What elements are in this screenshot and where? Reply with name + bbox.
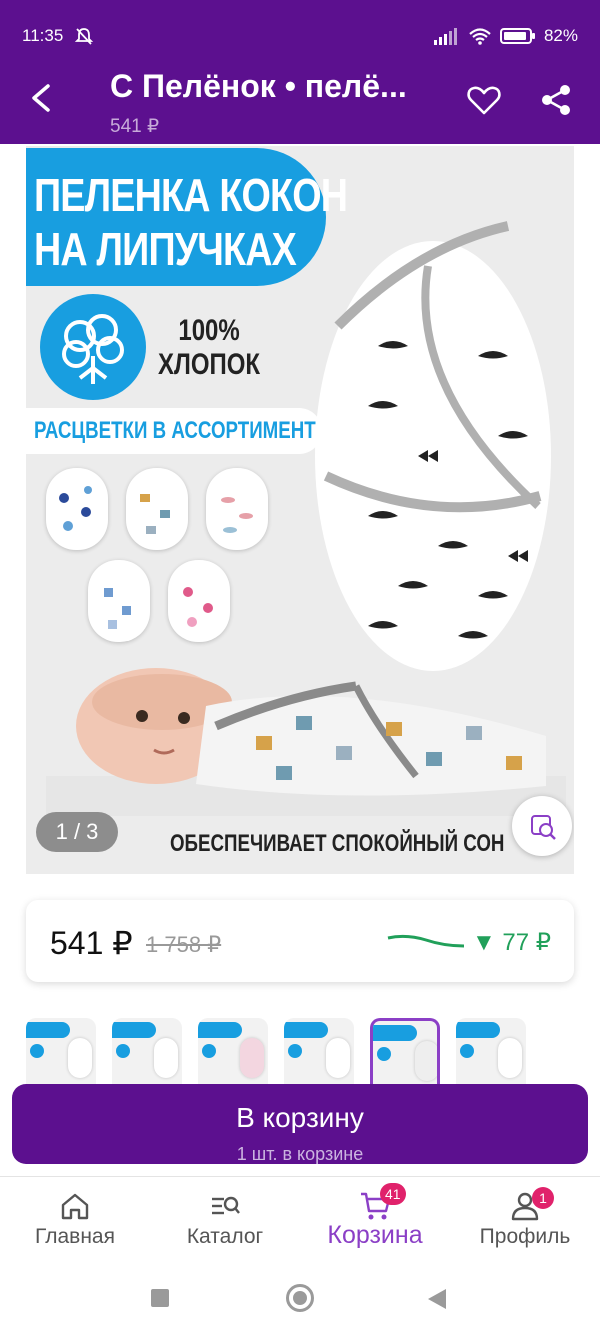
tab-catalog[interactable]: Каталог bbox=[150, 1177, 300, 1263]
assortment-label: РАСЦВЕТКИ В АССОРТИМЕНТЕ bbox=[26, 408, 322, 454]
image-search-icon bbox=[531, 815, 556, 840]
swatch-pattern bbox=[221, 497, 253, 533]
cart-quantity-label: 1 шт. в корзине bbox=[236, 1144, 364, 1164]
home-icon bbox=[61, 1193, 89, 1220]
add-to-cart-label: В корзину bbox=[236, 1102, 364, 1133]
slogan-text: ОБЕСПЕЧИВАЕТ СПОКОЙНЫЙ СОН bbox=[170, 830, 505, 857]
promo-banner: ПЕЛЕНКА КОКОН НА ЛИПУЧКАХ bbox=[26, 148, 348, 286]
thumbnail[interactable] bbox=[112, 1018, 182, 1084]
price-trend-sparkline bbox=[387, 934, 465, 948]
tab-cart-label: Корзина bbox=[327, 1221, 423, 1249]
swatch-pattern bbox=[59, 486, 92, 531]
price-drop: ▼ 77 ₽ bbox=[472, 929, 552, 956]
tab-cart[interactable]: 41 Корзина bbox=[300, 1177, 450, 1263]
mute-bell-icon bbox=[74, 28, 94, 45]
signal-icon bbox=[433, 28, 457, 45]
swatch-hearts bbox=[46, 468, 108, 550]
wifi-icon bbox=[469, 28, 491, 45]
page-title: С Пелёнок • пелё... bbox=[110, 68, 407, 104]
home-button[interactable] bbox=[286, 1284, 314, 1312]
heart-icon[interactable] bbox=[466, 82, 502, 118]
profile-badge: 1 bbox=[532, 1187, 554, 1209]
swatch-rose bbox=[168, 560, 230, 642]
share-icon[interactable] bbox=[538, 82, 574, 118]
swatch-blue bbox=[88, 560, 150, 642]
thumbnail-strip bbox=[26, 1018, 600, 1084]
add-to-cart-button[interactable]: В корзину 1 шт. в корзине bbox=[12, 1084, 588, 1164]
cotton-percent: 100% bbox=[178, 314, 240, 347]
swaddle-product-image bbox=[315, 221, 551, 671]
swatch-pattern bbox=[183, 587, 213, 627]
cart-badge: 41 bbox=[380, 1183, 406, 1205]
battery-icon bbox=[499, 28, 535, 44]
status-right: 82% bbox=[433, 26, 578, 46]
swatch-animals bbox=[126, 468, 188, 550]
swatch-pink bbox=[206, 468, 268, 550]
bottom-tab-bar: Главная Каталог 41 Корзина 1 Профиль bbox=[0, 1176, 600, 1262]
cotton-icon bbox=[62, 314, 124, 384]
thumbnail-active[interactable] bbox=[370, 1018, 440, 1084]
status-bar: 11:35 82% bbox=[0, 0, 600, 60]
battery-percent: 82% bbox=[543, 26, 578, 45]
price-card[interactable]: 541 ₽ 1 758 ₽ ▼ 77 ₽ bbox=[26, 900, 574, 982]
cotton-label: 100% ХЛОПОК bbox=[158, 314, 260, 382]
cotton-word: ХЛОПОК bbox=[158, 348, 261, 381]
thumbnail[interactable] bbox=[456, 1018, 526, 1084]
image-pager: 1 / 3 bbox=[36, 812, 118, 852]
tab-home[interactable]: Главная bbox=[0, 1177, 150, 1263]
tab-catalog-label: Каталог bbox=[186, 1225, 264, 1248]
swatch-pattern bbox=[104, 588, 131, 629]
tab-profile-label: Профиль bbox=[479, 1225, 571, 1248]
banner-line-2: НА ЛИПУЧКАХ bbox=[34, 223, 297, 275]
back-arrow-icon[interactable] bbox=[22, 78, 62, 118]
banner-line-1: ПЕЛЕНКА КОКОН bbox=[34, 169, 348, 221]
current-price: 541 ₽ bbox=[50, 925, 133, 961]
old-price: 1 758 ₽ bbox=[146, 932, 222, 957]
thumbnail[interactable] bbox=[198, 1018, 268, 1084]
catalog-search-icon bbox=[212, 1196, 240, 1215]
visual-search-button[interactable] bbox=[512, 796, 572, 856]
app-bar: С Пелёнок • пелё... 541 ₽ bbox=[0, 60, 600, 144]
swatch-pattern bbox=[140, 494, 170, 534]
tab-home-label: Главная bbox=[35, 1225, 115, 1248]
recents-button[interactable] bbox=[151, 1289, 169, 1307]
header-price: 541 ₽ bbox=[110, 116, 160, 137]
system-nav-bar bbox=[0, 1262, 600, 1332]
status-time: 11:35 bbox=[22, 26, 64, 45]
thumbnail[interactable] bbox=[26, 1018, 96, 1084]
baby-photo bbox=[46, 668, 566, 816]
thumbnail[interactable] bbox=[284, 1018, 354, 1084]
back-button[interactable] bbox=[428, 1289, 446, 1309]
tab-profile[interactable]: 1 Профиль bbox=[450, 1177, 600, 1263]
cotton-badge bbox=[40, 294, 146, 400]
assortment-text: РАСЦВЕТКИ В АССОРТИМЕНТЕ bbox=[34, 417, 322, 444]
product-image-gallery[interactable]: ПЕЛЕНКА КОКОН НА ЛИПУЧКАХ 100% ХЛОПОК РА… bbox=[26, 146, 574, 874]
